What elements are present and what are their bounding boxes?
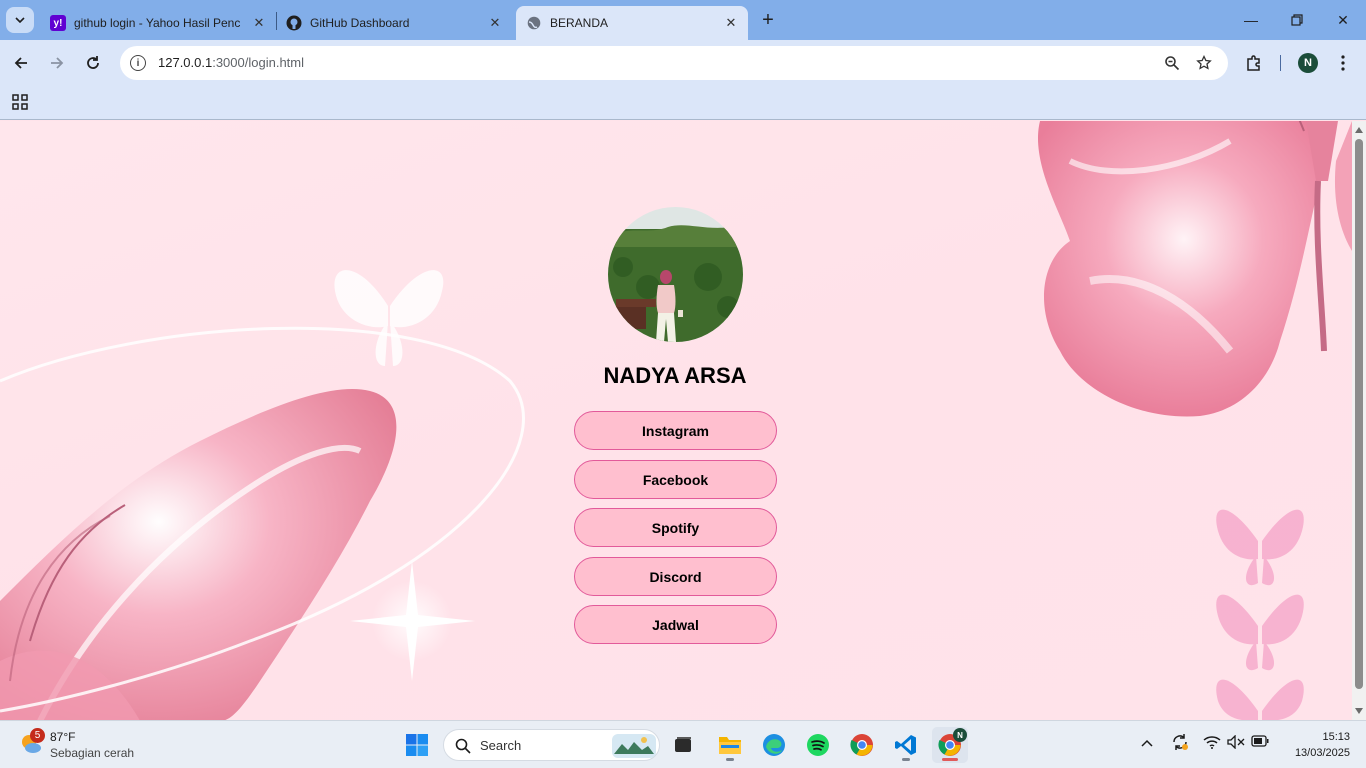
- weather-widget[interactable]: 5 87°F Sebagian cerah: [18, 728, 158, 762]
- forward-button[interactable]: [44, 50, 70, 76]
- chrome-profile-button[interactable]: N: [932, 727, 968, 763]
- scroll-up-icon[interactable]: [1355, 127, 1363, 133]
- restore-icon: [1291, 14, 1303, 26]
- running-indicator: [902, 758, 910, 761]
- tab-title: GitHub Dashboard: [310, 16, 410, 30]
- edge-icon: [763, 734, 785, 756]
- arrow-right-icon: [51, 57, 64, 69]
- sync-tray-icon[interactable]: [1171, 733, 1189, 754]
- github-icon: [286, 15, 302, 31]
- vscode-button[interactable]: [888, 727, 924, 763]
- search-highlight-icon: [612, 734, 656, 758]
- volume-muted-icon[interactable]: [1227, 734, 1245, 752]
- close-window-button[interactable]: ✕: [1320, 0, 1366, 40]
- puzzle-icon: [1247, 55, 1260, 71]
- tab-beranda[interactable]: BERANDA ✕: [516, 6, 748, 40]
- apps-grid-icon[interactable]: [11, 93, 29, 111]
- chevron-down-icon: [15, 17, 25, 23]
- battery-icon[interactable]: [1251, 735, 1269, 750]
- reload-button[interactable]: [80, 50, 106, 76]
- chevron-up-icon: [1141, 739, 1153, 747]
- tab-strip: y! github login - Yahoo Hasil Penc ✕ Git…: [0, 0, 1366, 40]
- running-indicator: [726, 758, 734, 761]
- reload-icon: [87, 56, 99, 69]
- browser-toolbar: i 127.0.0.1:3000/login.html N: [0, 40, 1366, 86]
- system-clock[interactable]: 15:13 13/03/2025: [1280, 729, 1350, 761]
- tab-github[interactable]: GitHub Dashboard ✕: [276, 6, 512, 40]
- arrow-left-icon: [14, 57, 27, 69]
- chrome-button[interactable]: [844, 727, 880, 763]
- running-indicator: [942, 758, 958, 761]
- minimize-button[interactable]: —: [1228, 0, 1274, 40]
- search-icon: [455, 738, 471, 754]
- facebook-button[interactable]: Facebook: [574, 460, 777, 499]
- tab-search-button[interactable]: [6, 7, 34, 33]
- bookmark-star-icon[interactable]: [1195, 54, 1213, 72]
- scroll-down-icon[interactable]: [1355, 708, 1363, 714]
- profile-avatar[interactable]: N: [1298, 53, 1318, 73]
- page-scrollbar[interactable]: [1352, 121, 1366, 720]
- new-tab-button[interactable]: +: [757, 9, 779, 31]
- task-view-button[interactable]: [665, 727, 701, 763]
- site-info-icon[interactable]: i: [130, 55, 146, 71]
- close-icon[interactable]: ✕: [722, 14, 740, 32]
- globe-icon: [526, 15, 542, 31]
- tab-title: BERANDA: [550, 16, 609, 30]
- close-icon[interactable]: ✕: [486, 14, 504, 32]
- profile-card: NADYA ARSA Instagram Facebook Spotify Di…: [0, 121, 1352, 720]
- taskbar-search[interactable]: Search: [443, 729, 660, 761]
- spotify-icon: [807, 734, 829, 756]
- url-text[interactable]: 127.0.0.1:3000/login.html: [158, 55, 304, 70]
- restore-button[interactable]: [1274, 0, 1320, 40]
- task-view-icon: [675, 737, 691, 752]
- profile-name: NADYA ARSA: [603, 363, 747, 388]
- vscode-icon: [895, 735, 916, 755]
- spotify-button[interactable]: Spotify: [574, 508, 777, 547]
- search-label: Search: [480, 738, 522, 753]
- profile-photo: [608, 207, 743, 342]
- jadwal-button[interactable]: Jadwal: [574, 605, 777, 644]
- clock-date: 13/03/2025: [1294, 747, 1350, 759]
- weather-condition: Sebagian cerah: [50, 746, 135, 760]
- chrome-profile-badge: N: [953, 728, 967, 742]
- extensions-button[interactable]: [1241, 50, 1267, 76]
- tab-title: github login - Yahoo Hasil Penc: [74, 16, 241, 30]
- folder-icon: [719, 737, 741, 754]
- chrome-icon: [850, 734, 873, 756]
- show-hidden-icons[interactable]: [1141, 735, 1153, 750]
- page-viewport: NADYA ARSA Instagram Facebook Spotify Di…: [0, 121, 1352, 720]
- bookmarks-bar: [0, 86, 1366, 120]
- start-button[interactable]: [399, 727, 435, 763]
- windows-taskbar: 5 87°F Sebagian cerah Search N 15:13 13/…: [0, 720, 1366, 768]
- instagram-button[interactable]: Instagram: [574, 411, 777, 450]
- windows-logo-icon: [406, 734, 428, 756]
- zoom-icon[interactable]: [1163, 54, 1181, 72]
- wifi-icon[interactable]: [1203, 735, 1221, 752]
- file-explorer-button[interactable]: [712, 727, 748, 763]
- toolbar-divider: [1280, 55, 1281, 71]
- tab-yahoo[interactable]: y! github login - Yahoo Hasil Penc ✕: [40, 6, 276, 40]
- more-vertical-icon: [1341, 55, 1345, 71]
- weather-badge: 5: [30, 728, 45, 743]
- close-icon[interactable]: ✕: [250, 14, 268, 32]
- address-bar[interactable]: i 127.0.0.1:3000/login.html: [120, 46, 1228, 80]
- edge-button[interactable]: [756, 727, 792, 763]
- spotify-app-button[interactable]: [800, 727, 836, 763]
- yahoo-icon: y!: [50, 15, 66, 31]
- weather-temperature: 87°F: [50, 730, 76, 744]
- clock-time: 15:13: [1322, 731, 1350, 743]
- back-button[interactable]: [8, 50, 34, 76]
- browser-menu-button[interactable]: [1330, 50, 1356, 76]
- scroll-thumb[interactable]: [1355, 139, 1363, 689]
- discord-button[interactable]: Discord: [574, 557, 777, 596]
